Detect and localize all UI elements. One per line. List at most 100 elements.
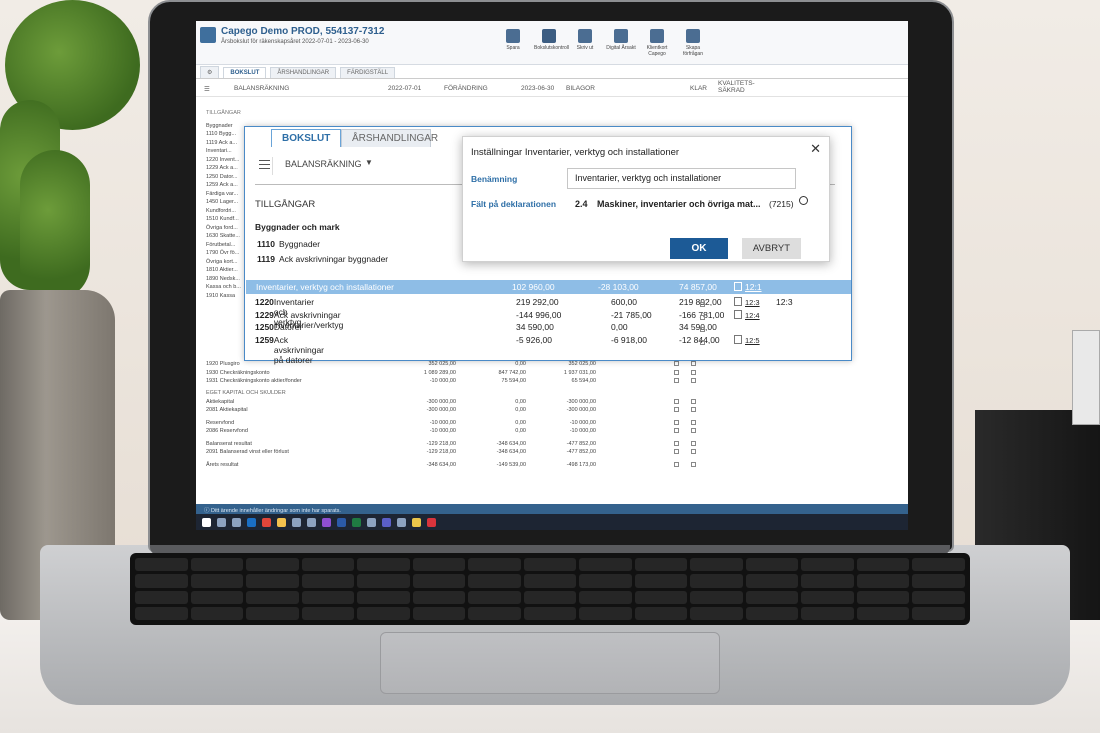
document-icon: [734, 297, 742, 306]
create-request-button[interactable]: Skapa förfrågan: [678, 29, 708, 57]
checkbox[interactable]: [700, 302, 705, 307]
checkbox[interactable]: [673, 428, 679, 433]
tab-bokslut[interactable]: BOKSLUT: [223, 67, 267, 78]
card-icon: [650, 29, 664, 43]
folder-icon[interactable]: [277, 517, 286, 527]
field-code: 2.4: [575, 199, 588, 209]
zoom-tab-bokslut[interactable]: BOKSLUT: [271, 129, 341, 147]
close-icon[interactable]: ✕: [810, 141, 821, 157]
key: [579, 606, 632, 620]
chrome-icon[interactable]: [262, 517, 271, 527]
name-input[interactable]: Inventarier, verktyg och installationer: [567, 168, 796, 189]
note-link[interactable]: 12:1: [745, 282, 762, 292]
account-row[interactable]: 1229 Ack avskrivningar inventarier/verkt…: [246, 309, 851, 330]
search-icon[interactable]: [799, 196, 808, 205]
app-icon-4[interactable]: [397, 517, 406, 527]
checkbox[interactable]: [691, 369, 696, 375]
zoom-tab-arshandlingar[interactable]: ÅRSHANDLINGAR: [341, 129, 438, 147]
note-link[interactable]: 12:5: [745, 336, 760, 345]
print-button[interactable]: Skriv ut: [570, 29, 600, 57]
checkbox[interactable]: [700, 314, 705, 320]
windows-start-icon[interactable]: [202, 517, 211, 527]
note-link[interactable]: 12:4: [745, 311, 760, 320]
table-row[interactable]: 2086 Reservfond -10 000,00 0,00 -10 000,00: [206, 428, 766, 437]
table-row[interactable]: Reservfond -10 000,00 0,00 -10 000,00: [206, 419, 766, 429]
checkbox[interactable]: [673, 398, 679, 404]
checkbox[interactable]: [691, 461, 696, 467]
app-icon-3[interactable]: [367, 517, 376, 527]
checkbox[interactable]: [691, 440, 696, 446]
search-icon[interactable]: [217, 517, 226, 527]
table-row[interactable]: Aktiekapital -300 000,00 0,00 -300 000,00: [206, 398, 766, 408]
checkbox[interactable]: [673, 407, 679, 412]
app-icon-1[interactable]: [292, 517, 301, 527]
zoom-group-row[interactable]: 1110 Byggnader: [257, 239, 320, 249]
account-row[interactable]: 1259 Ack avskrivningar på datorer -5 926…: [246, 334, 851, 365]
closing-check-button[interactable]: Bokslutskontroll: [534, 29, 569, 57]
menu-icon[interactable]: ☰: [204, 85, 210, 93]
key: [579, 574, 632, 588]
app-icon-6[interactable]: [427, 517, 436, 527]
teams-icon[interactable]: [382, 517, 391, 527]
apps-grid-icon[interactable]: [200, 27, 216, 43]
note-link[interactable]: 12:3: [745, 298, 760, 307]
table-row[interactable]: Årets resultat -348 634,00 -149 539,00 -498…: [206, 461, 766, 471]
checkbox[interactable]: [691, 361, 696, 366]
app-icon-5[interactable]: [412, 517, 421, 527]
account-row[interactable]: 1220 Inventarier och verktyg 219 292,00 …: [246, 297, 851, 327]
table-row[interactable]: 1931 Checkräkningskonto aktier/fonder -10…: [206, 378, 766, 387]
table-row[interactable]: 2091 Balanserad vinst eller förlust -129 …: [206, 449, 766, 458]
checkbox[interactable]: [673, 419, 679, 425]
checkbox[interactable]: [691, 449, 696, 454]
checkbox[interactable]: [691, 419, 696, 425]
tab-fardigstall[interactable]: FÄRDIGSTÄLL: [340, 67, 396, 78]
key: [856, 606, 910, 620]
client-card-button[interactable]: Klientkort Capego: [642, 29, 672, 57]
view-select[interactable]: BALANSRÄKNING: [234, 85, 289, 92]
account-row[interactable]: 1250 Datorer 34 590,00 0,00 34 590,00: [246, 322, 851, 334]
checkbox[interactable]: [691, 407, 696, 412]
key: [634, 590, 688, 604]
windows-taskbar: [196, 514, 908, 530]
save-button[interactable]: Spara: [498, 29, 528, 57]
checkbox[interactable]: [691, 428, 696, 433]
key: [801, 558, 854, 572]
excel-icon[interactable]: [352, 517, 361, 527]
table-row[interactable]: 1930 Checkräkningskonto 1 089 289,00 847 7…: [206, 369, 766, 379]
table-row[interactable]: 2081 Aktiekapital -300 000,00 0,00 -300 000…: [206, 407, 766, 416]
ok-button[interactable]: OK: [670, 238, 728, 259]
checkbox[interactable]: [700, 327, 705, 332]
tab-arshandlingar[interactable]: ÅRSHANDLINGAR: [270, 67, 337, 78]
key: [634, 574, 688, 588]
chevron-down-icon[interactable]: ▼: [365, 158, 373, 167]
document-icon: [734, 282, 742, 291]
checkbox[interactable]: [700, 339, 705, 345]
checkbox[interactable]: [673, 378, 679, 383]
menu-icon[interactable]: [257, 157, 273, 175]
digital-annual-button[interactable]: Digital Årsakt: [606, 29, 636, 57]
app-icon-2[interactable]: [307, 517, 316, 527]
column-header: ☰ BALANSRÄKNING 2022-07-01 FÖRÄNDRING 20…: [196, 79, 908, 97]
checkbox[interactable]: [673, 361, 679, 366]
visual-studio-icon[interactable]: [322, 517, 331, 527]
key: [523, 606, 577, 620]
word-icon[interactable]: [337, 517, 346, 527]
zoom-view-select[interactable]: BALANSRÄKNING: [285, 159, 362, 169]
printer-icon: [578, 29, 592, 43]
zoom-group-row[interactable]: 1119 Ack avskrivningar byggnader: [257, 254, 388, 264]
checkbox[interactable]: [673, 449, 679, 454]
table-row[interactable]: Balanserat resultat -129 218,00 -348 634,0…: [206, 440, 766, 450]
outlook-icon[interactable]: [247, 517, 256, 527]
checkbox[interactable]: [673, 461, 679, 467]
checkbox[interactable]: [691, 378, 696, 383]
key: [412, 558, 466, 572]
checkbox[interactable]: [673, 369, 679, 375]
key: [357, 606, 410, 620]
task-view-icon[interactable]: [232, 517, 241, 527]
checkbox[interactable]: [691, 398, 696, 404]
dialog-title: Inställningar Inventarier, verktyg och i…: [471, 147, 680, 158]
selected-account-row[interactable]: Inventarier, verktyg och installationer …: [246, 280, 851, 294]
gear-icon[interactable]: ⚙: [200, 66, 220, 78]
cancel-button[interactable]: AVBRYT: [742, 238, 801, 259]
checkbox[interactable]: [673, 440, 679, 446]
